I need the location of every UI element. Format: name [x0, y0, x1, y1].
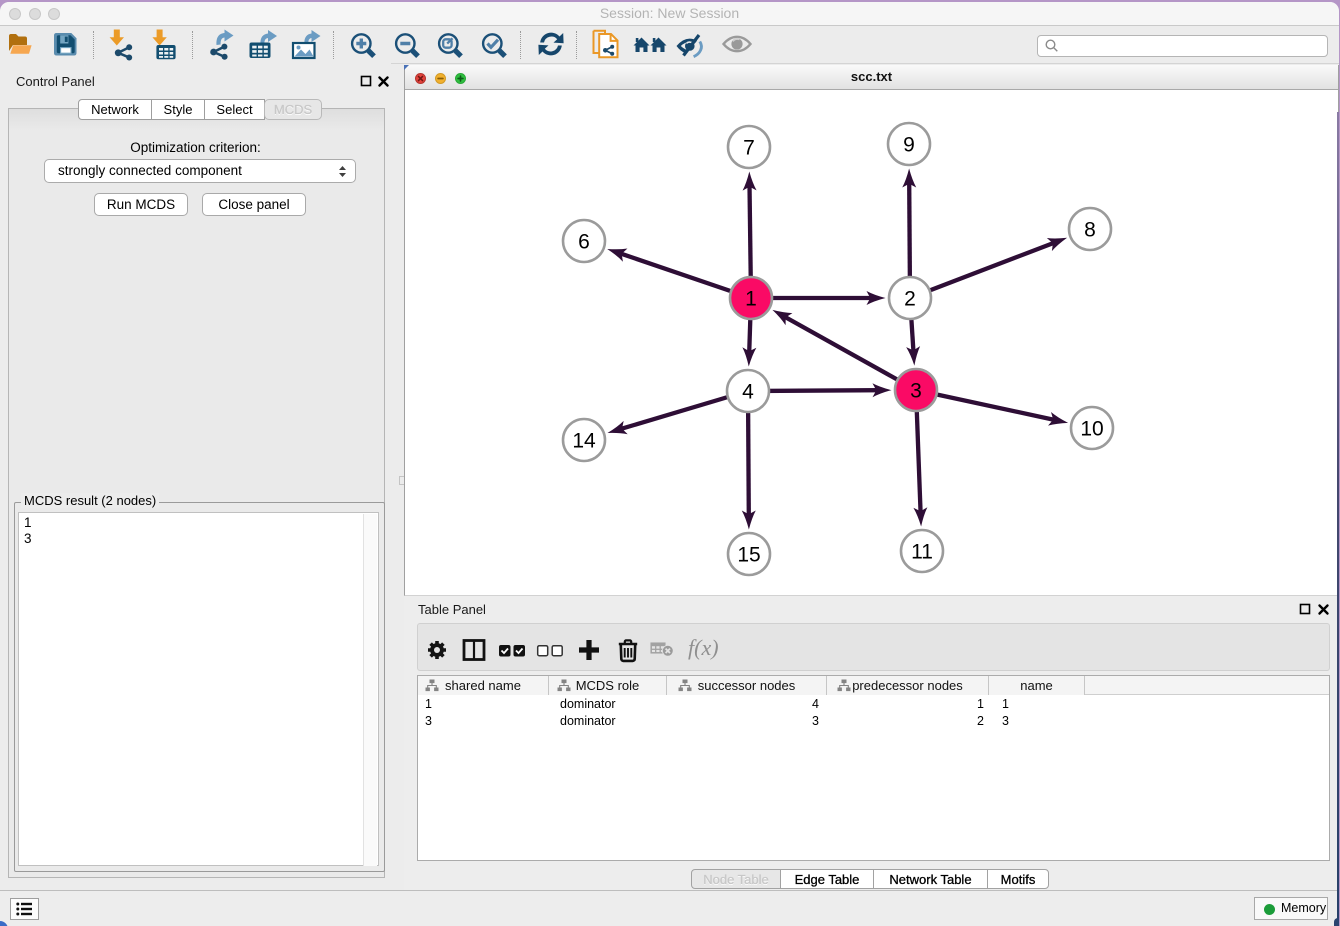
svg-text:4: 4 — [742, 381, 754, 404]
svg-text:7: 7 — [743, 137, 755, 160]
svg-text:6: 6 — [578, 231, 590, 254]
svg-text:14: 14 — [572, 430, 596, 453]
svg-text:10: 10 — [1080, 418, 1103, 441]
svg-text:11: 11 — [911, 541, 933, 564]
svg-text:15: 15 — [737, 544, 760, 567]
svg-text:2: 2 — [904, 288, 916, 311]
svg-text:3: 3 — [910, 380, 922, 403]
svg-text:1: 1 — [745, 288, 757, 311]
svg-text:9: 9 — [903, 134, 915, 157]
svg-text:8: 8 — [1084, 219, 1096, 242]
